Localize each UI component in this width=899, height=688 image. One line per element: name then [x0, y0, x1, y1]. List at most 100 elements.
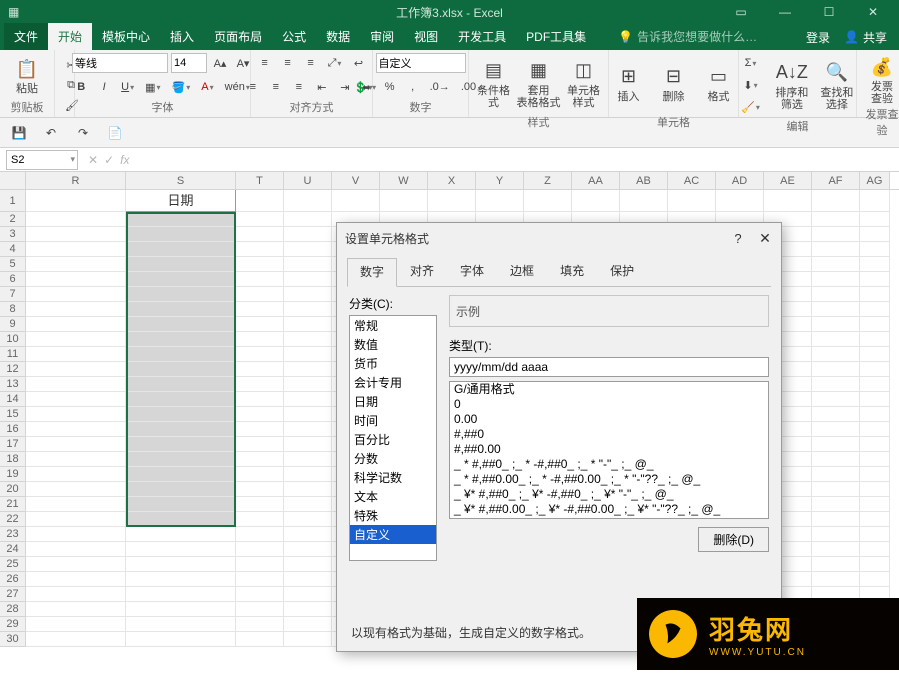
dialog-tab-0[interactable]: 数字 — [347, 258, 397, 287]
indent-dec-button[interactable]: ⇤ — [312, 77, 332, 97]
underline-button[interactable]: U▾ — [117, 77, 138, 97]
cell[interactable] — [126, 377, 236, 392]
format-item[interactable]: _ ¥* #,##0.00_ ;_ ¥* -#,##0.00_ ;_ ¥* "-… — [450, 502, 768, 517]
col-header-AD[interactable]: AD — [716, 172, 764, 189]
cell[interactable] — [284, 482, 332, 497]
cell[interactable] — [284, 572, 332, 587]
font-color-button[interactable]: A▾ — [197, 77, 217, 97]
row-header-10[interactable]: 10 — [0, 332, 26, 347]
cell[interactable] — [284, 542, 332, 557]
cell[interactable] — [26, 617, 126, 632]
cell[interactable] — [26, 212, 126, 227]
cell[interactable] — [126, 467, 236, 482]
col-header-AF[interactable]: AF — [812, 172, 860, 189]
category-item[interactable]: 货币 — [350, 354, 436, 373]
cell[interactable] — [26, 347, 126, 362]
cell[interactable] — [860, 512, 890, 527]
share-button[interactable]: 👤共享 — [838, 27, 893, 48]
cell[interactable] — [812, 392, 860, 407]
decrease-font-button[interactable]: A▾ — [233, 53, 253, 73]
col-header-AC[interactable]: AC — [668, 172, 716, 189]
cell[interactable] — [26, 632, 126, 647]
select-all-corner[interactable] — [0, 172, 26, 189]
cell[interactable] — [26, 362, 126, 377]
cell[interactable] — [26, 332, 126, 347]
tab-template[interactable]: 模板中心 — [92, 23, 160, 50]
table-format-button[interactable]: ▦套用 表格格式 — [518, 53, 560, 113]
cell[interactable] — [572, 190, 620, 212]
number-format-select[interactable] — [376, 53, 466, 73]
row-header-16[interactable]: 16 — [0, 422, 26, 437]
cell[interactable] — [126, 302, 236, 317]
cell[interactable] — [812, 542, 860, 557]
cell[interactable] — [236, 272, 284, 287]
cell[interactable] — [284, 377, 332, 392]
insert-cells-button[interactable]: ⊞插入 — [608, 53, 650, 113]
cell[interactable]: 日期 — [126, 190, 236, 212]
cell[interactable] — [284, 527, 332, 542]
category-item[interactable]: 百分比 — [350, 430, 436, 449]
enter-icon[interactable]: ✓ — [104, 153, 114, 167]
cell[interactable] — [812, 572, 860, 587]
align-center-button[interactable]: ≡ — [266, 77, 286, 97]
col-header-AB[interactable]: AB — [620, 172, 668, 189]
cell[interactable] — [284, 317, 332, 332]
category-item[interactable]: 特殊 — [350, 506, 436, 525]
cell[interactable] — [860, 497, 890, 512]
dialog-titlebar[interactable]: 设置单元格格式 ? ✕ — [337, 223, 781, 253]
format-item[interactable]: _ * #,##0_ ;_ * -#,##0_ ;_ * "-"_ ;_ @_ — [450, 457, 768, 472]
cell[interactable] — [812, 482, 860, 497]
cell[interactable] — [284, 617, 332, 632]
maximize-button[interactable]: ☐ — [807, 0, 851, 24]
undo-button[interactable]: ↶ — [40, 122, 62, 144]
row-header-5[interactable]: 5 — [0, 257, 26, 272]
col-header-T[interactable]: T — [236, 172, 284, 189]
row-header-28[interactable]: 28 — [0, 602, 26, 617]
cell[interactable] — [26, 422, 126, 437]
cell[interactable] — [428, 190, 476, 212]
dialog-tab-4[interactable]: 填充 — [547, 257, 597, 286]
cell[interactable] — [26, 257, 126, 272]
cell[interactable] — [284, 302, 332, 317]
cell[interactable] — [284, 602, 332, 617]
cell[interactable] — [284, 362, 332, 377]
cell[interactable] — [26, 587, 126, 602]
font-name-select[interactable] — [72, 53, 168, 73]
cell[interactable] — [126, 272, 236, 287]
format-item[interactable]: 0.00 — [450, 412, 768, 427]
cell[interactable] — [236, 377, 284, 392]
cell[interactable] — [236, 482, 284, 497]
format-item[interactable]: #,##0 — [450, 427, 768, 442]
cell[interactable] — [860, 527, 890, 542]
cell[interactable] — [236, 347, 284, 362]
row-header-26[interactable]: 26 — [0, 572, 26, 587]
cell[interactable] — [126, 362, 236, 377]
row-header-1[interactable]: 1 — [0, 190, 26, 212]
col-header-AA[interactable]: AA — [572, 172, 620, 189]
row-header-17[interactable]: 17 — [0, 437, 26, 452]
cell[interactable] — [284, 557, 332, 572]
cell[interactable] — [26, 190, 126, 212]
cell[interactable] — [236, 527, 284, 542]
currency-button[interactable]: 💲▾ — [350, 77, 377, 97]
cell[interactable] — [236, 557, 284, 572]
comma-button[interactable]: , — [403, 77, 423, 97]
cell[interactable] — [236, 362, 284, 377]
cell[interactable] — [812, 287, 860, 302]
row-header-2[interactable]: 2 — [0, 212, 26, 227]
invoice-check-button[interactable]: 💰发票 查验 — [861, 53, 899, 105]
fill-button[interactable]: ⬇▾ — [737, 75, 764, 95]
cell[interactable] — [126, 392, 236, 407]
row-header-3[interactable]: 3 — [0, 227, 26, 242]
cell[interactable] — [860, 212, 890, 227]
border-button[interactable]: ▦▾ — [141, 77, 164, 97]
formula-input[interactable] — [135, 150, 899, 170]
row-header-19[interactable]: 19 — [0, 467, 26, 482]
cell[interactable] — [812, 190, 860, 212]
percent-button[interactable]: % — [380, 77, 400, 97]
font-size-select[interactable] — [171, 53, 207, 73]
cell[interactable] — [236, 587, 284, 602]
cell[interactable] — [236, 212, 284, 227]
cell[interactable] — [812, 227, 860, 242]
cell[interactable] — [764, 190, 812, 212]
